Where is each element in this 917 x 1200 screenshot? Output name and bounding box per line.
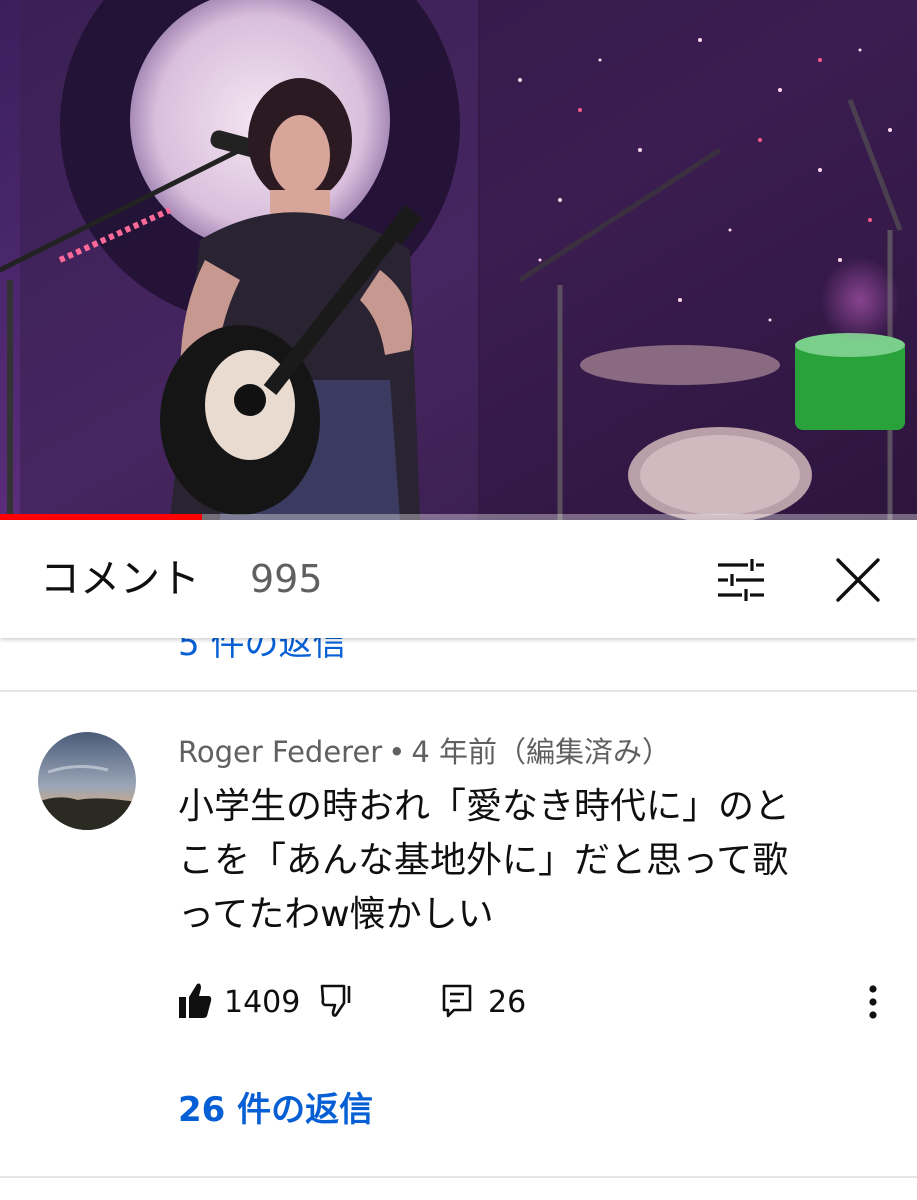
sort-filter-button[interactable]: [712, 556, 770, 604]
sort-filter-icon: [718, 559, 764, 601]
avatar[interactable]: [38, 732, 136, 830]
dislike-button[interactable]: [320, 980, 354, 1026]
comment-divider: [0, 1176, 917, 1178]
comments-header: コメント 995: [0, 520, 917, 638]
reply-count: 26: [488, 985, 527, 1020]
like-count: 1409: [224, 985, 301, 1020]
more-options-button[interactable]: [858, 980, 888, 1026]
close-icon: [836, 558, 880, 602]
close-comments-button[interactable]: [832, 554, 884, 606]
comment-time: 4 年前（編集済み）: [411, 735, 671, 769]
thumbs-up-icon: [179, 983, 212, 1018]
reply-icon: [442, 984, 472, 1018]
like-button[interactable]: [178, 980, 212, 1026]
avatar-image: [38, 732, 136, 830]
thumbs-down-icon: [320, 984, 351, 1017]
comment-text: 小学生の時おれ「愛なき時代に」のと こを「あんな基地外に」だと思って歌 ってたわ…: [178, 786, 791, 935]
reply-button[interactable]: [440, 980, 474, 1026]
comment-meta: Roger Federer • 4 年前（編集済み）: [178, 734, 671, 770]
video-player[interactable]: [0, 0, 917, 520]
more-vert-icon: [869, 985, 877, 1019]
video-frame: [0, 0, 917, 520]
comments-title: コメント: [40, 556, 200, 602]
comment-divider: [0, 690, 917, 692]
view-replies-link[interactable]: 26 件の返信: [178, 1088, 373, 1132]
comments-count: 995: [250, 557, 323, 601]
meta-separator: •: [388, 735, 406, 769]
comment-author[interactable]: Roger Federer: [178, 735, 382, 769]
